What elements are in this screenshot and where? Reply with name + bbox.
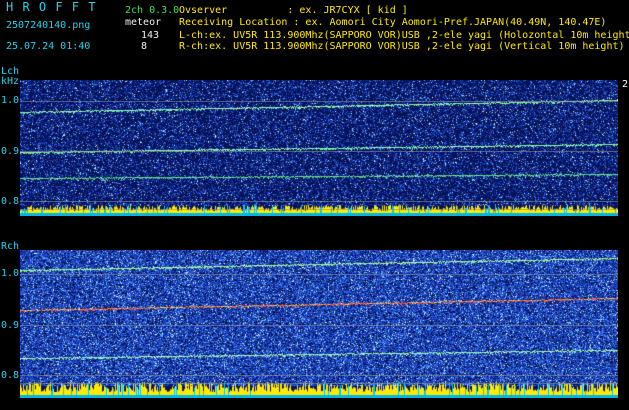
location-line: Receiving Location : ex. Aomori City Aom… [179, 17, 607, 28]
frequency-gridline [20, 209, 618, 210]
app-title: H R O F F T [6, 0, 97, 14]
frequency-gridline [20, 375, 618, 376]
lch-tick-1-0: 1.0 [1, 95, 20, 106]
frequency-gridline [20, 201, 618, 202]
meteor-label: meteor [125, 17, 162, 28]
rch-description: R-ch:ex. UV5R 113.900Mhz(SAPPORO VOR)USB… [179, 41, 625, 52]
lch-tick-0-9: 0.9 [1, 146, 20, 157]
rch-count: 8 [141, 41, 148, 52]
rch-tick-0-8: 0.8 [1, 370, 20, 381]
frequency-gridline [20, 383, 618, 384]
timestamp-label: 25.07.24 01:40 [6, 41, 91, 52]
frequency-gridline [20, 325, 618, 326]
lch-tick-0-8: 0.8 [1, 196, 20, 207]
frequency-gridline [20, 151, 618, 152]
mode-label: 2ch 0.3.0 [125, 5, 180, 16]
frequency-gridline [20, 101, 618, 102]
filename-label: 2507240140.png [6, 20, 91, 31]
rch-tick-0-9: 0.9 [1, 320, 20, 331]
observer-line: Ovserver : ex. JR7CYX [ kid ] [179, 5, 408, 16]
lch-count: 143 [141, 30, 160, 41]
frequency-gridline [20, 274, 618, 275]
lch-description: L-ch:ex. UV5R 113.900Mhz(SAPPORO VOR)USB… [179, 30, 629, 41]
khz-unit-label: kHz [1, 76, 20, 87]
rch-tick-1-0: 1.0 [1, 268, 20, 279]
time-label-edge: 2 [622, 79, 629, 90]
rch-label: Rch [1, 241, 20, 252]
